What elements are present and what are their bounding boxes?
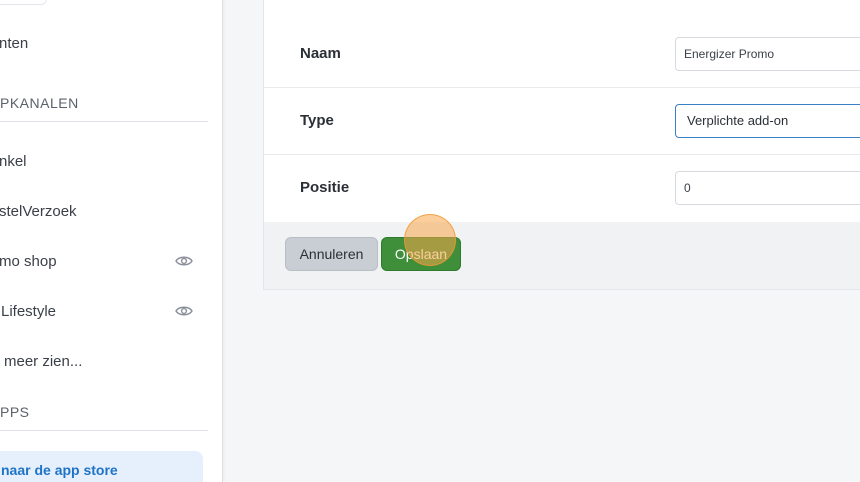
sidebar-item-label: stelVerzoek xyxy=(0,202,77,220)
sidebar-section-apps: PPS xyxy=(0,404,208,431)
sidebar-item-label: mo shop xyxy=(0,252,57,270)
type-select-value: Verplichte add-on xyxy=(687,113,789,128)
sidebar-section-sales-channels: PKANALEN xyxy=(0,95,208,122)
sidebar-shadow xyxy=(222,0,226,482)
sidebar-item-label: meer zien... xyxy=(4,352,83,370)
form-row-positie: Positie 0 xyxy=(264,155,860,221)
sidebar-item-channel-1[interactable]: nkel xyxy=(0,141,208,181)
field-label-naam: Naam xyxy=(300,45,341,62)
sidebar-item-app-store[interactable]: naar de app store xyxy=(0,451,203,482)
naam-input-value: Energizer Promo xyxy=(684,47,775,61)
type-select[interactable]: Verplichte add-on xyxy=(675,104,860,138)
field-label-type: Type xyxy=(300,112,334,129)
sidebar-item-top[interactable]: nten xyxy=(0,23,208,63)
sidebar-top-item-edge xyxy=(0,0,47,5)
field-label-positie: Positie xyxy=(300,179,350,196)
naam-input[interactable]: Energizer Promo xyxy=(675,37,860,71)
sidebar-item-label: nkel xyxy=(0,152,27,170)
sidebar: nten PKANALEN nkel stelVerzoek mo shop L… xyxy=(0,0,223,482)
form-footer: Annuleren Opslaan xyxy=(264,222,860,289)
sidebar-item-channel-2[interactable]: stelVerzoek xyxy=(0,191,208,231)
form-row-type: Type Verplichte add-on xyxy=(264,88,860,155)
form-row-naam: Naam Energizer Promo xyxy=(264,21,860,88)
positie-input-value: 0 xyxy=(684,181,691,195)
sidebar-item-label: Lifestyle xyxy=(1,302,57,320)
app-store-link-label: naar de app store xyxy=(1,462,118,478)
eye-icon[interactable] xyxy=(175,255,193,267)
sidebar-item-channel-3[interactable]: mo shop xyxy=(0,241,208,281)
form-card: Naam Energizer Promo Type Verplichte add… xyxy=(263,0,860,290)
sidebar-item-label: nten xyxy=(0,34,29,52)
cancel-button[interactable]: Annuleren xyxy=(285,237,378,271)
sidebar-item-see-more[interactable]: meer zien... xyxy=(0,341,208,381)
save-button[interactable]: Opslaan xyxy=(381,237,461,271)
sidebar-item-channel-4[interactable]: Lifestyle xyxy=(0,291,208,331)
eye-icon[interactable] xyxy=(175,305,193,317)
positie-input[interactable]: 0 xyxy=(675,171,860,205)
